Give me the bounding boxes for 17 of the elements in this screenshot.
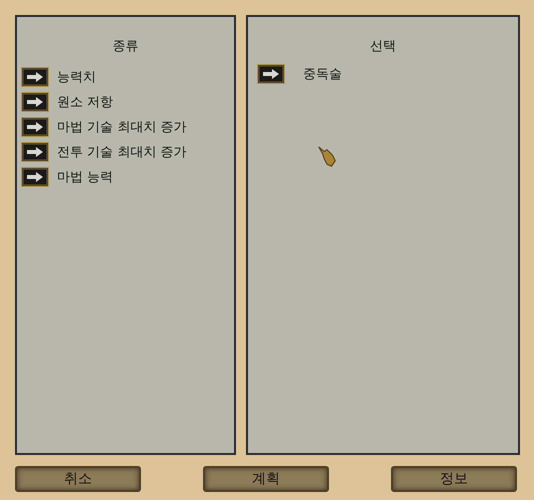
category-item[interactable]: 마법 기술 최대치 증가 (57, 118, 186, 136)
arrow-icon[interactable] (21, 142, 49, 162)
arrow-icon[interactable] (21, 67, 49, 87)
scroll-button[interactable]: 계획 (203, 466, 329, 492)
panel-heading: 선택 (369, 38, 397, 55)
arrow-icon[interactable] (257, 64, 285, 84)
scroll-button[interactable]: 정보 (391, 466, 517, 492)
category-item[interactable]: 마법 능력 (57, 168, 114, 186)
arrow-icon[interactable] (21, 117, 49, 137)
category-item[interactable]: 능력치 (57, 68, 96, 86)
arrow-icon[interactable] (21, 92, 49, 112)
scroll-button[interactable]: 취소 (15, 466, 141, 492)
selection-item[interactable]: 중독술 (303, 65, 342, 83)
category-item[interactable]: 전투 기술 최대치 증가 (57, 143, 186, 161)
category-item[interactable]: 원소 저항 (57, 93, 114, 111)
arrow-icon[interactable] (21, 167, 49, 187)
panel-heading: 종류 (112, 38, 140, 55)
